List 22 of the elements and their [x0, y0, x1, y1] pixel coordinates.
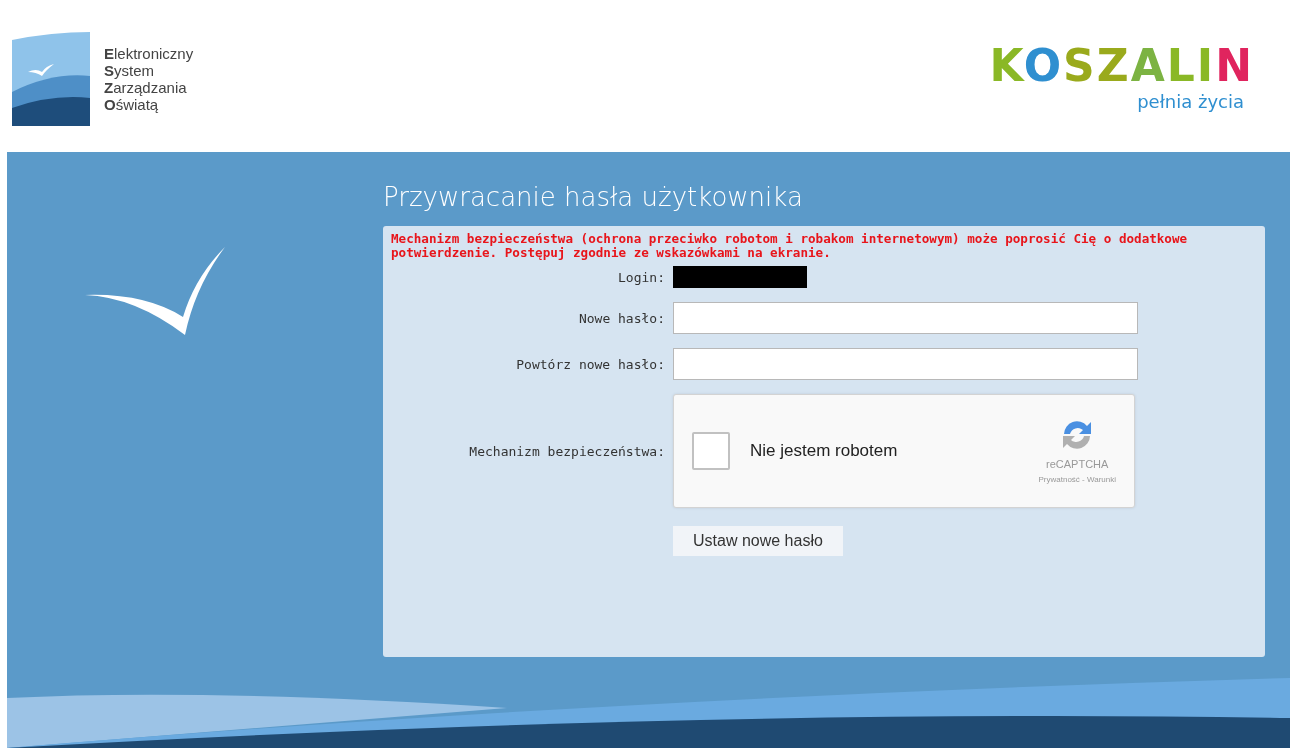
password-field[interactable]: [673, 348, 1138, 380]
captcha-link[interactable]: Warunki: [1086, 475, 1116, 484]
city-tagline: pełnia życia: [1137, 90, 1244, 112]
logo-text: System: [104, 62, 156, 79]
field-label: Login:: [617, 269, 665, 285]
security-notice: Mechanizm bezpieczeństwa (ochrona przeciwko robotom i robakom internetowym) może poprosić Cię o dodatkowe potwierdzenie. Postępuj zgodnie ze wskazówkami na ekranie.: [391, 232, 1189, 260]
field-label: Mechanizm bezpieczeństwa:: [468, 443, 665, 459]
logo-icon: [12, 32, 90, 126]
logo-text: Elektroniczny: [104, 45, 194, 62]
page-title: Przywracanie hasła użytkownika: [383, 182, 804, 212]
captcha-checkbox[interactable]: [692, 432, 730, 470]
logo-text: Oświatą: [104, 96, 160, 113]
separator: -: [1081, 475, 1086, 484]
captcha-link[interactable]: Prywatność: [1038, 475, 1080, 484]
password-field[interactable]: [673, 302, 1138, 334]
field-label: Nowe hasło:: [577, 310, 665, 326]
field-label: Powtórz nowe hasło:: [515, 356, 665, 372]
submit-button[interactable]: Ustaw nowe hasło: [673, 526, 843, 556]
captcha-text: Nie jestem robotem: [750, 441, 899, 461]
logo-text: Zarządzania: [104, 79, 188, 96]
captcha-brand: reCAPTCHA: [1046, 458, 1109, 470]
city-logo: KOSZALI N: [989, 40, 1254, 91]
